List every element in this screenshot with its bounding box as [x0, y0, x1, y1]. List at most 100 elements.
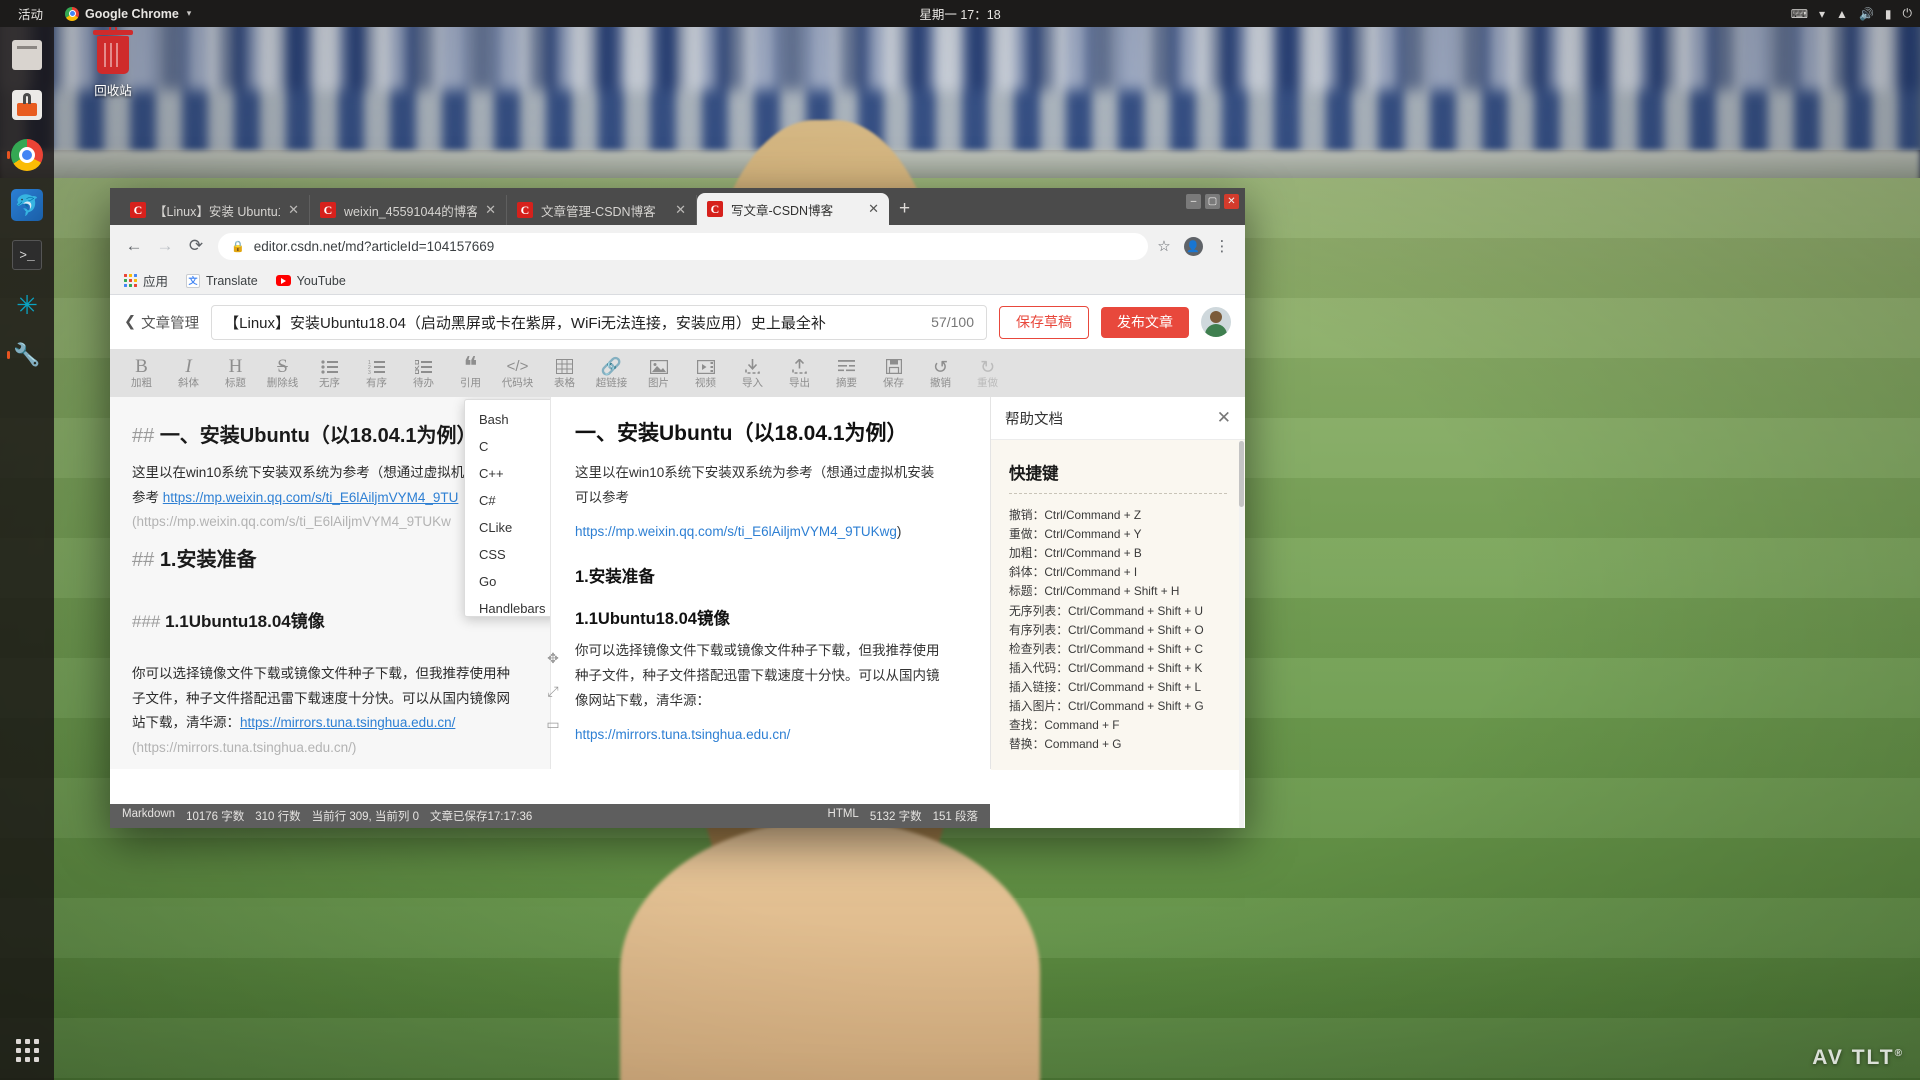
- undo-icon: ↺: [932, 356, 949, 377]
- toolbar-heading[interactable]: H 标题: [212, 351, 259, 395]
- back-to-article-management[interactable]: ❮ 文章管理: [124, 312, 199, 333]
- reload-button[interactable]: ⟳: [182, 232, 210, 260]
- toolbar-todo-list[interactable]: 待办: [400, 351, 447, 395]
- code-icon: </>: [506, 357, 529, 375]
- toolbar-undo[interactable]: ↺ 撤销: [917, 351, 964, 395]
- active-app-menu[interactable]: Google Chrome ▾: [65, 6, 191, 21]
- md-link[interactable]: https://mirrors.tuna.tsinghua.edu.cn/: [240, 715, 455, 730]
- dock-item-terminal[interactable]: >_: [5, 233, 49, 277]
- close-icon[interactable]: ✕: [868, 201, 879, 217]
- dropdown-item[interactable]: C: [465, 433, 550, 460]
- close-window-button[interactable]: ✕: [1224, 194, 1239, 209]
- sync-scroll-icon[interactable]: ✥: [547, 650, 559, 667]
- markdown-source-pane[interactable]: ## 一、安装Ubuntu（以18.04.1为例） 这里以在win10系统下安装…: [110, 397, 550, 769]
- bookmark-translate[interactable]: 文 Translate: [186, 273, 258, 288]
- article-title-input[interactable]: 【Linux】安装Ubuntu18.04（启动黑屏或卡在紫屏，WiFi无法连接，…: [211, 304, 987, 340]
- clock[interactable]: 星期一 17：18: [919, 4, 1000, 23]
- toolbar-import[interactable]: 导入: [729, 351, 776, 395]
- volume-icon[interactable]: 🔊: [1859, 7, 1874, 21]
- power-icon[interactable]: ⏻: [1903, 6, 1913, 21]
- activities-button[interactable]: 活动: [10, 4, 51, 23]
- address-bar[interactable]: 🔒 editor.csdn.net/md?articleId=104157669: [218, 232, 1148, 260]
- maximize-button[interactable]: ▢: [1205, 194, 1220, 209]
- fullscreen-icon[interactable]: ⤢: [547, 683, 558, 700]
- new-tab-button[interactable]: +: [899, 198, 910, 220]
- dropdown-item[interactable]: C++: [465, 460, 550, 487]
- close-icon[interactable]: ✕: [1217, 408, 1231, 428]
- toolbar-strikethrough[interactable]: S 删除线: [259, 351, 306, 395]
- battery-icon[interactable]: ▮: [1885, 7, 1892, 21]
- toolbar-code-block[interactable]: </> 代码块: [494, 351, 541, 395]
- forward-button[interactable]: →: [151, 232, 179, 260]
- apps-grid-icon: [124, 274, 137, 287]
- toolbar-unordered-list[interactable]: 无序: [306, 351, 353, 395]
- dropdown-item[interactable]: CLike: [465, 514, 550, 541]
- user-avatar[interactable]: [1201, 307, 1231, 337]
- unordered-list-icon: [320, 357, 339, 376]
- dropdown-item[interactable]: CSS: [465, 541, 550, 568]
- keyboard-icon[interactable]: ⌨: [1791, 7, 1808, 21]
- bookmark-youtube[interactable]: YouTube: [275, 274, 346, 288]
- dock-item-gimp[interactable]: ✳: [5, 283, 49, 327]
- browser-tab-3[interactable]: C 文章管理-CSDN博客 ✕: [507, 195, 697, 225]
- toolbar-save[interactable]: 保存: [870, 351, 917, 395]
- chrome-menu-icon[interactable]: ⋮: [1209, 233, 1235, 259]
- md-link[interactable]: https://mp.weixin.qq.com/s/ti_E6lAiljmVY…: [163, 490, 459, 505]
- preview-link[interactable]: https://mirrors.tuna.tsinghua.edu.cn/: [575, 727, 790, 742]
- toolbar-image[interactable]: 图片: [635, 351, 682, 395]
- strikethrough-icon: S: [277, 355, 288, 377]
- running-indicator: [7, 151, 10, 159]
- toolbar-bold[interactable]: B 加粗: [118, 351, 165, 395]
- dock-item-software[interactable]: [5, 83, 49, 127]
- toolbar-summary[interactable]: 摘要: [823, 351, 870, 395]
- code-language-dropdown[interactable]: Bash C C++ C# CLike CSS Go Handlebars: [464, 399, 550, 617]
- toolbar-italic[interactable]: I 斜体: [165, 351, 212, 395]
- back-button[interactable]: ←: [120, 232, 148, 260]
- preview-link[interactable]: https://mp.weixin.qq.com/s/ti_E6lAiljmVY…: [575, 524, 897, 539]
- quote-icon: ❝: [463, 351, 478, 381]
- csdn-favicon: C: [707, 201, 723, 217]
- dock-item-files[interactable]: [5, 33, 49, 77]
- dropdown-item[interactable]: Bash: [465, 406, 550, 433]
- chevron-down-icon[interactable]: ▾: [1819, 7, 1825, 21]
- bookmark-apps[interactable]: 应用: [124, 271, 168, 290]
- show-applications-button[interactable]: [0, 1026, 54, 1074]
- browser-tab-4-active[interactable]: C 写文章-CSDN博客 ✕: [697, 193, 889, 225]
- dock-item-dolphin[interactable]: 🐬: [5, 183, 49, 227]
- profile-icon[interactable]: 👤: [1180, 233, 1206, 259]
- save-draft-button[interactable]: 保存草稿: [999, 305, 1089, 339]
- system-tray[interactable]: ⌨ ▾ ▲ 🔊 ▮ ⏻: [1791, 6, 1912, 21]
- shortcut-row: 斜体：Ctrl/Command + I: [1009, 565, 1138, 580]
- preview-icon[interactable]: ▭: [546, 716, 559, 733]
- minimize-button[interactable]: –: [1186, 194, 1201, 209]
- help-scrollbar-thumb[interactable]: [1239, 441, 1244, 507]
- close-icon[interactable]: ✕: [485, 202, 496, 218]
- desktop-icon-trash[interactable]: 回收站: [82, 25, 144, 99]
- browser-tab-1[interactable]: C 【Linux】安装 Ubuntu18. ✕: [120, 195, 310, 225]
- toolbar-video[interactable]: 视频: [682, 351, 729, 395]
- toolbar-hyperlink[interactable]: 🔗 超链接: [588, 351, 635, 395]
- close-icon[interactable]: ✕: [675, 202, 686, 218]
- toolbar-quote[interactable]: ❝ 引用: [447, 351, 494, 395]
- toolbar-redo[interactable]: ↻ 重做: [964, 351, 1011, 395]
- network-icon[interactable]: ▲: [1836, 7, 1848, 21]
- toolbar-ordered-list[interactable]: 1 2 3 有序: [353, 351, 400, 395]
- shortcut-row: 替换：Command + G: [1009, 737, 1122, 752]
- dock-item-settings[interactable]: 🔧: [5, 333, 49, 377]
- help-panel: 帮助文档 ✕ 快捷键 撤销：Ctrl/Command + Z 重做：Ctrl/C…: [990, 397, 1245, 828]
- toolbar-table[interactable]: 表格: [541, 351, 588, 395]
- running-indicator: [7, 351, 10, 359]
- dropdown-item[interactable]: Go: [465, 568, 550, 595]
- bookmark-star-icon[interactable]: ☆: [1151, 233, 1177, 259]
- browser-tab-2[interactable]: C weixin_45591044的博客_ ✕: [310, 195, 507, 225]
- toolbar-export[interactable]: 导出: [776, 351, 823, 395]
- dock-item-chrome[interactable]: [5, 133, 49, 177]
- dropdown-item[interactable]: Handlebars: [465, 595, 550, 616]
- apps-grid-icon: [15, 1038, 39, 1062]
- svg-text:3: 3: [368, 370, 371, 374]
- close-icon[interactable]: ✕: [288, 202, 299, 218]
- publish-article-button[interactable]: 发布文章: [1101, 306, 1189, 338]
- heading-icon: H: [228, 355, 243, 377]
- shortcuts-title: 快捷键: [1009, 465, 1059, 483]
- dropdown-item[interactable]: C#: [465, 487, 550, 514]
